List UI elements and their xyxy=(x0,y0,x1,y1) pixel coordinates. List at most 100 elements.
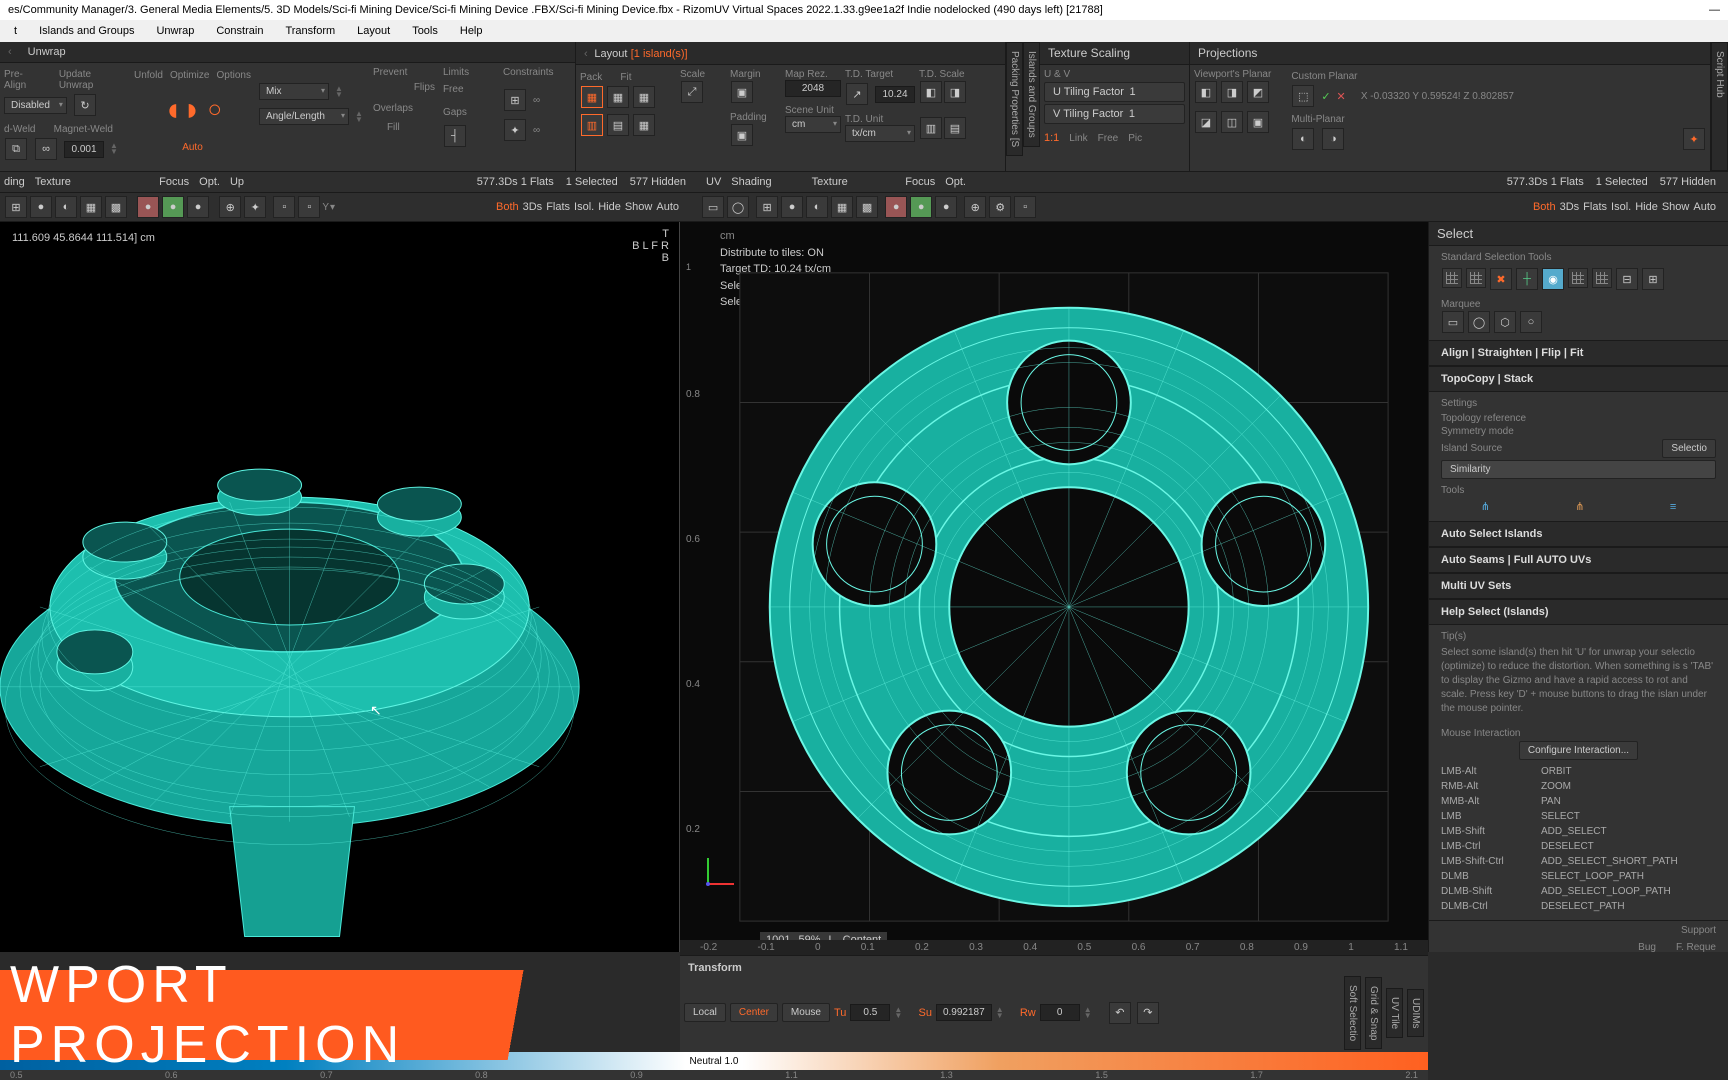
sel-island-icon[interactable]: ◉ xyxy=(1542,268,1564,290)
angle-spinner[interactable]: ▲▼ xyxy=(355,111,365,123)
menu-constrain[interactable]: Constrain xyxy=(206,23,273,39)
fit-mode-3-icon[interactable]: ▦ xyxy=(633,114,655,136)
pack-mode-3-icon[interactable]: ▦ xyxy=(633,86,655,108)
tool-hier-2-icon[interactable]: ⋔ xyxy=(1575,500,1584,513)
link-btn[interactable]: Link xyxy=(1069,133,1087,144)
topo-ref[interactable]: Topology reference xyxy=(1441,413,1526,424)
focus-all-icon[interactable]: ✦ xyxy=(244,196,266,218)
uv-check-icon[interactable]: ▦ xyxy=(831,196,853,218)
one-one[interactable]: 1:1 xyxy=(1044,132,1059,144)
packing-props-tab[interactable]: Packing Properties [S xyxy=(1006,42,1023,156)
multi-1-icon[interactable]: ◐ xyxy=(1292,128,1314,150)
tool-hier-1-icon[interactable]: ⋔ xyxy=(1481,500,1490,513)
mode-both[interactable]: Both xyxy=(496,201,519,213)
uv-flat-icon[interactable]: ◐ xyxy=(806,196,828,218)
sym-mode[interactable]: Symmetry mode xyxy=(1441,426,1514,437)
multi-run-icon[interactable]: ✦ xyxy=(1683,128,1705,150)
marquee-circle-icon[interactable]: ○ xyxy=(1520,311,1542,333)
shade-flat-icon[interactable]: ◐ xyxy=(55,196,77,218)
script-hub-tab[interactable]: Script Hub xyxy=(1711,42,1728,171)
color-2-icon[interactable]: ● xyxy=(162,196,184,218)
fit-mode-1-icon[interactable]: ▥ xyxy=(581,114,603,136)
rw-val[interactable]: 0 xyxy=(1040,1004,1080,1021)
sceneunit-dropdown[interactable]: cm xyxy=(785,116,841,133)
view-bottom[interactable]: B xyxy=(632,252,669,264)
gaps-label[interactable]: Gaps xyxy=(443,107,495,118)
opt-b-icon[interactable]: ▫ xyxy=(298,196,320,218)
redo-icon[interactable]: ↷ xyxy=(1137,1002,1159,1024)
gap-icon[interactable]: ┤ xyxy=(444,125,466,147)
focus-sel-icon[interactable]: ⊕ xyxy=(219,196,241,218)
pack-mode-2-icon[interactable]: ▦ xyxy=(607,86,629,108)
v-tiling[interactable]: V Tiling Factor 1 xyxy=(1044,104,1185,124)
local-btn[interactable]: Local xyxy=(684,1003,726,1022)
vp-proj-4-icon[interactable]: ◪ xyxy=(1195,111,1217,133)
uv-opt-icon[interactable]: ▫ xyxy=(1014,196,1036,218)
tdtarget-value[interactable]: 10.24 xyxy=(875,86,915,103)
uv-sel-rect-icon[interactable]: ▭ xyxy=(702,196,724,218)
angle-dropdown[interactable]: Angle/Length xyxy=(259,108,349,125)
sel-grow-icon[interactable]: ┼ xyxy=(1516,268,1538,290)
sel-edge-icon[interactable] xyxy=(1466,268,1486,288)
viewport-uv[interactable]: cm Distribute to tiles: ON Target TD: 10… xyxy=(680,222,1428,952)
tdscale-1-icon[interactable]: ◧ xyxy=(920,81,942,103)
update-icon[interactable]: ↻ xyxy=(74,94,96,116)
gridsnap-tab[interactable]: Grid & Snap xyxy=(1365,977,1382,1049)
uv-mode-show[interactable]: Show xyxy=(1662,201,1690,213)
color-1-icon[interactable]: ● xyxy=(137,196,159,218)
menu-help[interactable]: Help xyxy=(450,23,493,39)
align-mode-dropdown[interactable]: Disabled xyxy=(4,97,67,114)
tool-layers-icon[interactable]: ≡ xyxy=(1670,501,1676,513)
fit-mode-2-icon[interactable]: ▤ xyxy=(607,114,629,136)
y-axis[interactable]: Y xyxy=(322,202,329,213)
weld-icon[interactable]: ⧉ xyxy=(5,138,27,160)
constraint-1-icon[interactable]: ⊞ xyxy=(504,89,526,111)
marquee-poly-icon[interactable]: ⬡ xyxy=(1494,311,1516,333)
shade-wire-icon[interactable]: ⊞ xyxy=(5,196,27,218)
view-sides[interactable]: B L F R xyxy=(632,240,669,252)
shade-solid-icon[interactable]: ● xyxy=(30,196,52,218)
uv-mode-3ds[interactable]: 3Ds xyxy=(1560,201,1580,213)
free-label[interactable]: Free xyxy=(443,84,495,95)
uvtile-tab[interactable]: UV Tile xyxy=(1386,988,1403,1038)
tu-val[interactable]: 0.5 xyxy=(850,1004,890,1021)
uv-tex-icon[interactable]: ▩ xyxy=(856,196,878,218)
tdunit-dropdown[interactable]: tx/cm xyxy=(845,125,915,142)
auto-label[interactable]: Auto xyxy=(134,142,251,153)
marquee-rect-icon[interactable]: ▭ xyxy=(1442,311,1464,333)
topo-head[interactable]: TopoCopy | Stack xyxy=(1429,366,1728,392)
uv-focus-icon[interactable]: ⊕ xyxy=(964,196,986,218)
multi-2-icon[interactable]: ◑ xyxy=(1322,128,1344,150)
mode-isol[interactable]: Isol. xyxy=(574,201,594,213)
link-icon[interactable]: ∞ xyxy=(35,138,57,160)
sel-vert-icon[interactable] xyxy=(1442,268,1462,288)
help-select-head[interactable]: Help Select (Islands) xyxy=(1429,599,1728,625)
menu-layout[interactable]: Layout xyxy=(347,23,400,39)
tdscale-4-icon[interactable]: ▤ xyxy=(944,117,966,139)
scale-icon[interactable]: ⤢ xyxy=(681,81,703,103)
weld-value[interactable]: 0.001 xyxy=(64,141,104,158)
fill-label[interactable]: Fill xyxy=(387,122,400,133)
sel-inv-icon[interactable]: ⊟ xyxy=(1616,268,1638,290)
mix-spinner[interactable]: ▲▼ xyxy=(335,86,345,98)
vp-proj-6-icon[interactable]: ▣ xyxy=(1247,111,1269,133)
auto-seams-head[interactable]: Auto Seams | Full AUTO UVs xyxy=(1429,547,1728,573)
sel-all-icon[interactable] xyxy=(1568,268,1588,288)
weld-spinner[interactable]: ▲▼ xyxy=(110,143,120,155)
vp-proj-2-icon[interactable]: ◨ xyxy=(1221,81,1243,103)
td-pick-icon[interactable]: ↗ xyxy=(846,83,868,105)
islands-groups-tab[interactable]: Islands and Groups xyxy=(1023,42,1040,147)
constraint-2-icon[interactable]: ✦ xyxy=(504,119,526,141)
flips-label[interactable]: Flips xyxy=(414,82,435,93)
tdscale-2-icon[interactable]: ◨ xyxy=(944,81,966,103)
uv-gear-icon[interactable]: ⚙ xyxy=(989,196,1011,218)
menu-tools[interactable]: Tools xyxy=(402,23,448,39)
uv-mode-hide[interactable]: Hide xyxy=(1635,201,1658,213)
freq-link[interactable]: F. Reque xyxy=(1676,942,1716,952)
axis-gizmo[interactable] xyxy=(700,852,740,892)
opt-a-icon[interactable]: ▫ xyxy=(273,196,295,218)
uv-mode-isol[interactable]: Isol. xyxy=(1611,201,1631,213)
island-src[interactable]: Island Source xyxy=(1441,443,1502,454)
margin-icon[interactable]: ▣ xyxy=(731,81,753,103)
multi-uv-head[interactable]: Multi UV Sets xyxy=(1429,573,1728,599)
